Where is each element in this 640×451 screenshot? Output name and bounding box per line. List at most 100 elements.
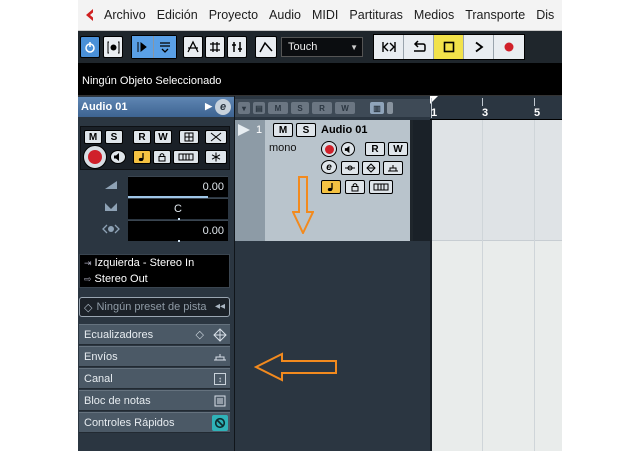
activate-project-button[interactable] xyxy=(80,36,100,58)
routing-box: ⇥ Izquierda - Stereo In ⇨ Stereo Out xyxy=(79,254,230,288)
menu-medios[interactable]: Medios xyxy=(414,8,454,22)
track-solo-button[interactable]: S xyxy=(296,123,316,137)
show-mixer-button[interactable] xyxy=(227,36,247,58)
track-row[interactable]: 1 M S Audio 01 mono R W e xyxy=(235,120,431,241)
stop-icon xyxy=(443,41,454,53)
cubase-logo-icon[interactable] xyxy=(82,6,98,24)
track-mute-button[interactable]: M xyxy=(273,123,293,137)
global-mute-button[interactable]: M xyxy=(268,102,288,114)
show-pool-button[interactable] xyxy=(205,36,225,58)
lock-button[interactable] xyxy=(153,150,171,164)
track-insert-bypass-button[interactable] xyxy=(341,161,359,175)
menu-dispositivos[interactable]: Dis xyxy=(536,8,554,22)
track-lock-button[interactable] xyxy=(345,180,365,194)
menu-partituras[interactable]: Partituras xyxy=(349,8,403,22)
record-enable-button[interactable] xyxy=(83,145,107,169)
speaker-icon xyxy=(114,153,119,161)
track-write-button[interactable]: W xyxy=(388,142,408,156)
section-bloc-de-notas[interactable]: Bloc de notas xyxy=(79,390,230,411)
show-overview-button[interactable] xyxy=(183,36,203,58)
cycle-button[interactable] xyxy=(404,35,434,59)
section-label: Controles Rápidos xyxy=(84,416,175,429)
track-edit-button[interactable]: e xyxy=(321,160,337,174)
track-preset-field[interactable]: ◇ Ningún preset de pista ◂◂ xyxy=(79,297,230,317)
track-list-header: ▾ ▤ M S R W ▥ xyxy=(235,99,431,117)
automation-mode-button[interactable] xyxy=(255,36,277,58)
pan-field[interactable]: C xyxy=(128,198,228,219)
track-options-button[interactable]: ▤ xyxy=(253,102,265,114)
go-to-start-button[interactable] xyxy=(374,35,404,59)
output-routing-label: Stereo Out xyxy=(94,273,148,285)
note-icon xyxy=(138,153,144,162)
delay-indicator[interactable] xyxy=(178,240,180,242)
timeline-ruler[interactable]: 1 3 5 xyxy=(430,96,562,120)
section-label: Canal xyxy=(84,372,113,385)
chevron-left-icon: ◂◂ xyxy=(214,301,225,312)
event-display[interactable] xyxy=(430,120,562,451)
track-sends-bypass-button[interactable] xyxy=(383,161,403,175)
add-track-button[interactable]: ▾ xyxy=(238,102,250,114)
input-routing[interactable]: ⇥ Izquierda - Stereo In xyxy=(80,255,229,271)
track-record-enable-button[interactable] xyxy=(321,141,337,157)
volume-field[interactable]: 0.00 xyxy=(128,176,228,197)
grid-settings-button[interactable] xyxy=(179,130,199,144)
show-infoline-button[interactable] xyxy=(154,36,176,58)
chevron-down-icon: ▼ xyxy=(350,42,358,52)
lanes-icon xyxy=(178,153,194,161)
global-solo-button[interactable]: S xyxy=(291,102,309,114)
global-read-button[interactable]: R xyxy=(312,102,332,114)
track-lane[interactable] xyxy=(430,120,562,241)
track-colors-button[interactable]: ▥ xyxy=(370,102,384,114)
delay-icon xyxy=(102,224,120,238)
show-inspector-button[interactable] xyxy=(132,36,154,58)
output-routing[interactable]: ⇨ Stereo Out xyxy=(80,271,229,287)
section-controles-rapidos[interactable]: Controles Rápidos xyxy=(79,412,230,433)
track-lanes-button[interactable] xyxy=(369,180,393,194)
record-button[interactable] xyxy=(494,35,524,59)
constrain-delay-button[interactable] xyxy=(103,36,123,58)
freeze-button[interactable] xyxy=(205,150,227,164)
solo-button[interactable]: S xyxy=(105,130,123,144)
inspector-track-title[interactable]: Audio 01 ▶ e xyxy=(78,97,234,117)
edit-channel-settings-button[interactable]: e xyxy=(215,99,231,115)
track-read-button[interactable]: R xyxy=(365,142,385,156)
header-scroll-handle[interactable] xyxy=(387,102,393,114)
track-timebase-button[interactable] xyxy=(321,180,341,194)
mute-button[interactable]: M xyxy=(84,130,102,144)
section-ecualizadores[interactable]: Ecualizadores ◇ xyxy=(79,324,230,345)
monitor-button[interactable] xyxy=(110,150,126,164)
play-button[interactable] xyxy=(464,35,494,59)
track-list-scrollbar[interactable] xyxy=(413,120,431,241)
global-write-button[interactable]: W xyxy=(335,102,355,114)
project-cursor-line xyxy=(430,120,432,451)
track-eq-bypass-button[interactable] xyxy=(362,161,380,175)
lanes-icon xyxy=(373,183,389,191)
track-select-strip[interactable] xyxy=(235,120,265,241)
menu-archivo[interactable]: Archivo xyxy=(104,8,146,22)
menu-proyecto[interactable]: Proyecto xyxy=(209,8,258,22)
track-name[interactable]: Audio 01 xyxy=(321,124,367,136)
delay-field[interactable]: 0.00 xyxy=(128,220,228,241)
menu-midi[interactable]: MIDI xyxy=(312,8,338,22)
section-canal[interactable]: Canal ↕ xyxy=(79,368,230,389)
ruler-mark-5: 5 xyxy=(534,107,541,119)
track-monitor-button[interactable] xyxy=(341,142,355,156)
ruler-mark-3: 3 xyxy=(482,107,489,119)
transport-controls xyxy=(373,34,525,60)
menu-transporte[interactable]: Transporte xyxy=(465,8,525,22)
lane-toggle-button[interactable] xyxy=(205,130,227,144)
menu-edicion[interactable]: Edición xyxy=(157,8,198,22)
lock-icon xyxy=(351,183,359,192)
musical-timebase-button[interactable] xyxy=(133,150,151,164)
write-automation-button[interactable]: W xyxy=(154,130,172,144)
menu-audio[interactable]: Audio xyxy=(269,8,301,22)
section-envios[interactable]: Envíos xyxy=(79,346,230,367)
automation-mode-select[interactable]: Touch ▼ xyxy=(281,37,363,57)
grid-line xyxy=(482,120,483,451)
input-routing-label: Izquierda - Stereo In xyxy=(94,257,195,269)
info-line: Ningún Objeto Seleccionado xyxy=(78,63,562,96)
lanes-button[interactable] xyxy=(173,150,199,164)
skip-markers-icon xyxy=(381,42,396,52)
read-automation-button[interactable]: R xyxy=(133,130,151,144)
stop-button[interactable] xyxy=(434,35,464,59)
